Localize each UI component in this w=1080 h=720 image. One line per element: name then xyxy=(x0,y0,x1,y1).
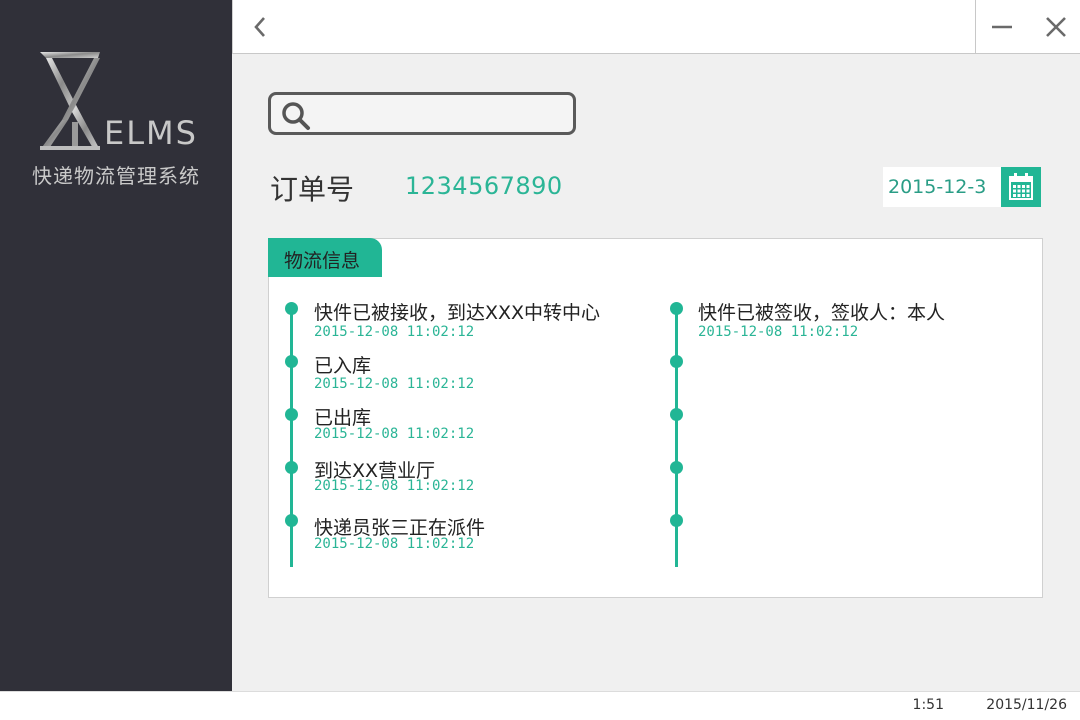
status-time: 1:51 xyxy=(912,697,944,713)
logo-text: ELMS xyxy=(104,114,198,152)
timeline-dot xyxy=(670,514,683,527)
window-controls-divider xyxy=(975,0,976,54)
date-field[interactable]: 2015-12-3 xyxy=(883,167,1001,207)
app-name: 快递物流管理系统 xyxy=(32,164,200,188)
timeline-event-time: 2015-12-08 11:02:12 xyxy=(314,376,475,392)
timeline-dot xyxy=(285,355,298,368)
sidebar: ELMS 快递物流管理系统 xyxy=(0,0,232,691)
timeline-dot xyxy=(285,302,298,315)
logistics-tab[interactable]: 物流信息 xyxy=(268,238,382,277)
status-date: 2015/11/26 xyxy=(986,697,1067,713)
timeline-event-time: 2015-12-08 11:02:12 xyxy=(314,324,475,340)
close-button[interactable] xyxy=(1041,12,1071,42)
timeline-event-time: 2015-12-08 11:02:12 xyxy=(314,426,475,442)
order-number-label: 订单号 xyxy=(270,173,355,206)
timeline-event-title: 已入库 xyxy=(314,355,372,377)
back-button[interactable] xyxy=(245,12,275,42)
date-field-value: 2015-12-3 xyxy=(888,176,987,198)
timeline-dot xyxy=(670,408,683,421)
order-number-value: 1234567890 xyxy=(405,172,563,200)
timeline-dot xyxy=(670,461,683,474)
hourglass-logo-icon xyxy=(40,52,100,150)
timeline-event-title: 快件已被接收，到达XXX中转中心 xyxy=(314,302,601,324)
timeline-event-time: 2015-12-08 11:02:12 xyxy=(314,536,475,552)
timeline-line-right xyxy=(675,309,678,567)
timeline-dot xyxy=(285,514,298,527)
calendar-button[interactable] xyxy=(1001,167,1041,207)
timeline-line-left xyxy=(290,309,293,567)
calendar-icon xyxy=(1009,173,1033,200)
timeline-event-time: 2015-12-08 11:02:12 xyxy=(698,324,859,340)
title-bar xyxy=(232,0,1080,54)
search-box[interactable] xyxy=(268,92,576,135)
search-icon xyxy=(282,102,310,130)
timeline-dot xyxy=(670,302,683,315)
timeline-dot xyxy=(285,408,298,421)
timeline-event-time: 2015-12-08 11:02:12 xyxy=(314,478,475,494)
minimize-button[interactable] xyxy=(987,12,1017,42)
logistics-panel: 物流信息 快件已被接收，到达XXX中转中心 2015-12-08 11:02:1… xyxy=(268,238,1043,598)
chevron-left-icon xyxy=(254,17,265,37)
minimize-icon xyxy=(992,25,1012,29)
timeline-dot xyxy=(285,461,298,474)
search-input[interactable] xyxy=(317,99,567,129)
timeline-dot xyxy=(670,355,683,368)
status-bar: 1:51 2015/11/26 xyxy=(0,691,1080,720)
app-logo: ELMS xyxy=(38,50,208,155)
timeline-event-title: 快件已被签收，签收人：本人 xyxy=(698,302,946,324)
close-icon xyxy=(1046,17,1066,37)
